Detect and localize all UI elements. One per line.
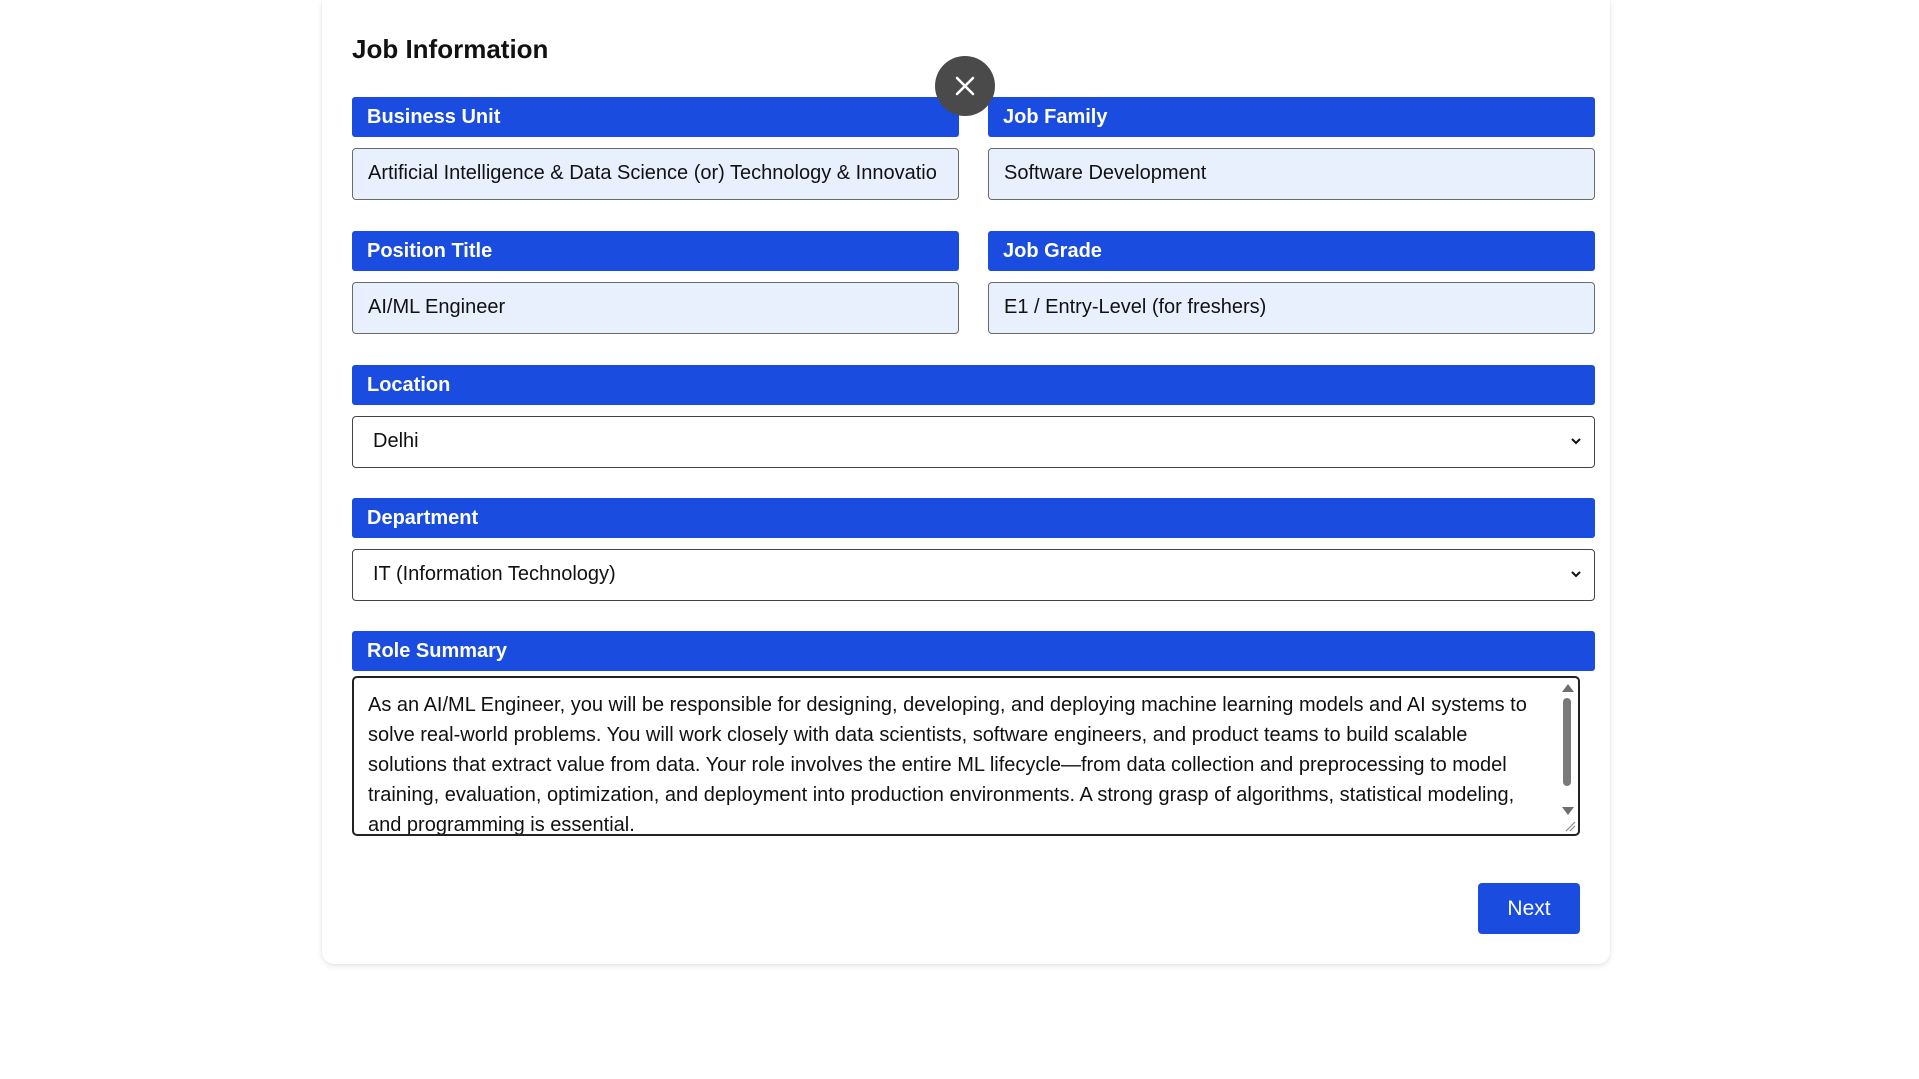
business-unit-label: Business Unit [352,97,959,137]
scroll-down-arrow-icon[interactable] [1562,807,1574,815]
business-unit-field[interactable]: Artificial Intelligence & Data Science (… [352,148,959,200]
location-select[interactable]: Delhi [352,416,1595,468]
role-summary-textarea[interactable]: As an AI/ML Engineer, you will be respon… [352,676,1580,836]
chevron-down-icon [1571,571,1581,578]
position-title-label: Position Title [352,231,959,271]
close-button[interactable] [935,56,995,116]
scroll-up-arrow-icon[interactable] [1562,684,1574,692]
position-title-field[interactable]: AI/ML Engineer [352,282,959,334]
job-family-label: Job Family [988,97,1595,137]
job-family-field[interactable]: Software Development [988,148,1595,200]
department-selected-value: IT (Information Technology) [373,563,616,585]
page-title: Job Information [352,34,549,64]
role-summary-label: Role Summary [352,631,1595,671]
role-summary-text: As an AI/ML Engineer, you will be respon… [368,694,1527,836]
location-label: Location [352,365,1595,405]
chevron-down-icon [1571,438,1581,445]
job-information-card: Job Information Business Unit Artificial… [322,0,1610,964]
department-label: Department [352,498,1595,538]
job-grade-label: Job Grade [988,231,1595,271]
resize-grip-icon[interactable] [1562,818,1576,832]
department-select[interactable]: IT (Information Technology) [352,549,1595,601]
job-grade-field[interactable]: E1 / Entry-Level (for freshers) [988,282,1595,334]
location-selected-value: Delhi [373,430,419,452]
scroll-thumb[interactable] [1563,698,1571,786]
next-button[interactable]: Next [1478,883,1580,934]
close-icon [955,76,975,96]
textarea-scrollbar[interactable] [1560,682,1574,817]
